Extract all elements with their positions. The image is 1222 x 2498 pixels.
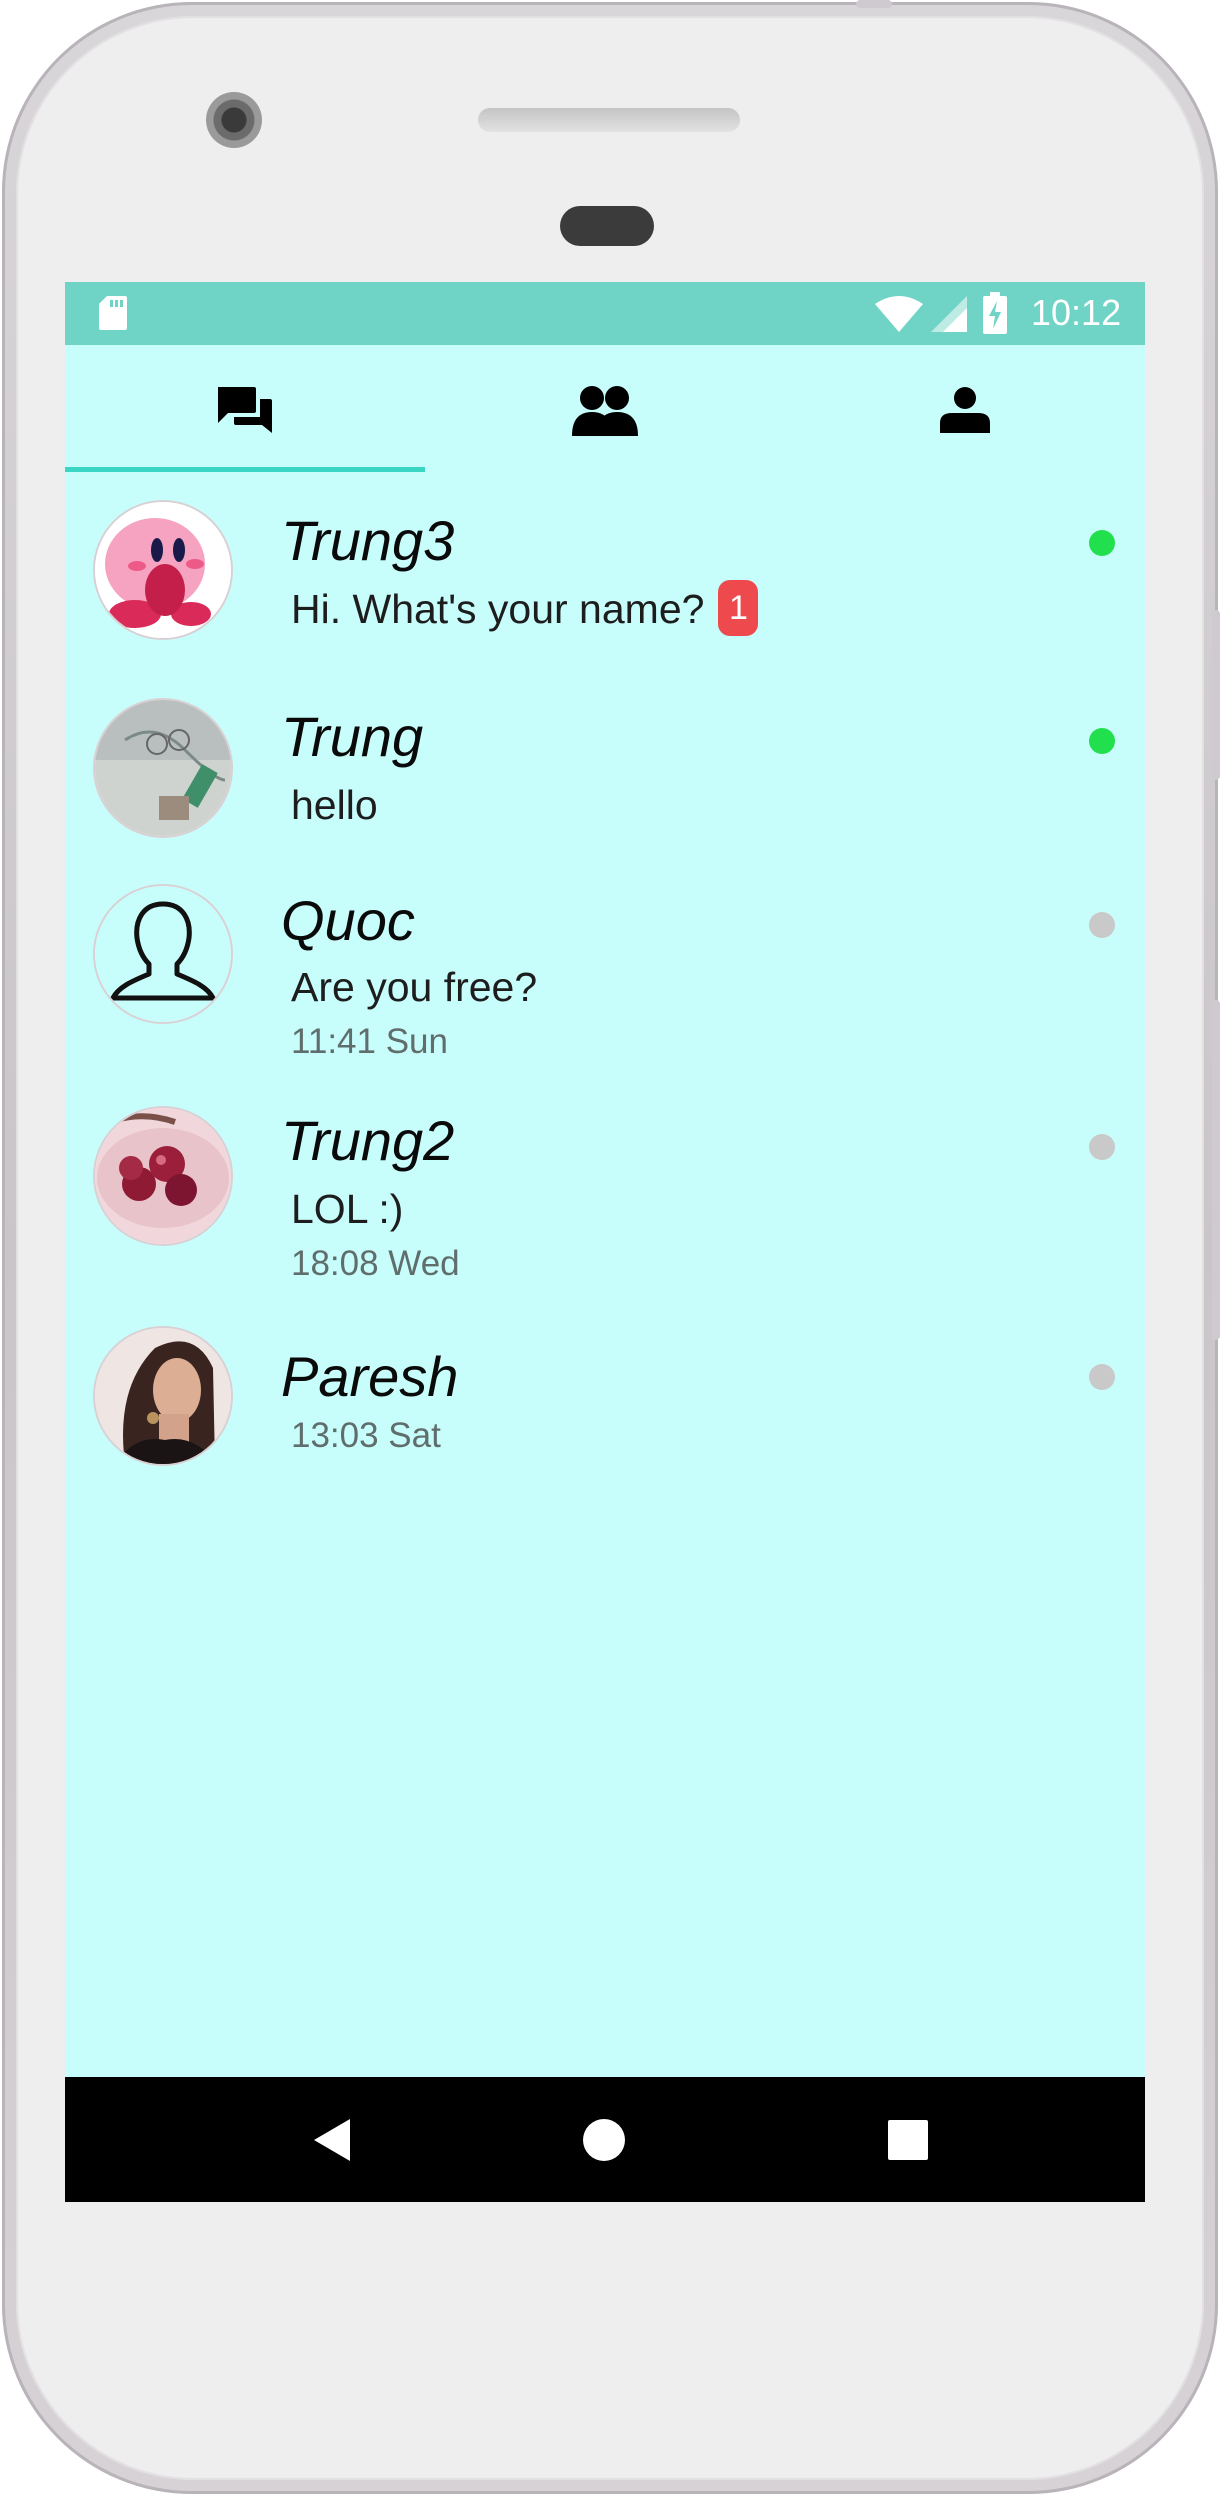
contact-name: Trung [281, 705, 424, 768]
tab-bar [65, 345, 1145, 475]
cell-signal-icon [931, 296, 967, 332]
offline-indicator [1089, 1364, 1115, 1390]
contact-name: Trung3 [281, 509, 455, 572]
default-person-avatar[interactable] [95, 886, 231, 1022]
top-button [856, 0, 892, 8]
home-button[interactable] [571, 2107, 637, 2173]
app-screen: 10:12 Trung3 Hi. What's your name? 1 Tru… [65, 282, 1145, 2202]
online-indicator [1089, 530, 1115, 556]
status-bar: 10:12 [65, 282, 1145, 345]
system-navigation-bar [65, 2077, 1145, 2202]
tab-friends[interactable] [425, 345, 785, 475]
chat-list-item[interactable]: Trung3 Hi. What's your name? 1 [65, 480, 1145, 678]
earpiece [560, 206, 654, 246]
last-message: LOL :) [291, 1186, 404, 1232]
last-message: Are you free? [291, 964, 538, 1010]
kirby-avatar[interactable] [95, 502, 231, 638]
back-icon [314, 2119, 350, 2161]
last-message: hello [291, 782, 378, 828]
online-indicator [1089, 728, 1115, 754]
chat-list-item[interactable]: Trung hello [65, 678, 1145, 864]
photo-avatar[interactable] [95, 700, 231, 836]
tab-chats[interactable] [65, 345, 425, 475]
profile-icon [940, 387, 990, 433]
contact-name: Trung2 [281, 1109, 455, 1172]
speaker-grille [478, 108, 740, 132]
offline-indicator [1089, 912, 1115, 938]
battery-charging-icon [983, 292, 1007, 334]
status-clock: 10:12 [1031, 292, 1122, 333]
home-icon [583, 2119, 625, 2161]
volume-button [1212, 610, 1220, 780]
back-button[interactable] [299, 2107, 365, 2173]
last-message: Hi. What's your name? 1 [291, 580, 759, 640]
message-time: 13:03 Sat [291, 1416, 441, 1455]
fruit-photo-avatar[interactable] [95, 1108, 231, 1244]
portrait-photo-avatar[interactable] [95, 1328, 231, 1464]
last-message-text: Hi. What's your name? [291, 585, 705, 632]
front-camera [206, 92, 262, 148]
offline-indicator [1089, 1134, 1115, 1160]
power-button [1212, 1000, 1220, 1340]
recents-icon [888, 2120, 928, 2160]
chat-list-item[interactable]: Trung2 LOL :) 18:08 Wed [65, 1086, 1145, 1326]
wifi-icon [875, 296, 923, 332]
unread-badge: 1 [718, 580, 759, 636]
selected-tab-indicator [65, 467, 425, 472]
chats-icon [218, 387, 272, 433]
contact-name: Quoc [281, 889, 415, 952]
sd-card-icon [99, 296, 127, 330]
chat-list-item[interactable]: Quoc Are you free? 11:41 Sun [65, 864, 1145, 1086]
message-time: 18:08 Wed [291, 1244, 460, 1283]
tab-profile[interactable] [785, 345, 1145, 475]
friends-icon [572, 386, 638, 436]
message-time: 11:41 Sun [291, 1022, 448, 1061]
contact-name: Paresh [281, 1345, 459, 1408]
recents-button[interactable] [875, 2107, 941, 2173]
chat-list-item[interactable]: Paresh 13:03 Sat [65, 1306, 1145, 1506]
